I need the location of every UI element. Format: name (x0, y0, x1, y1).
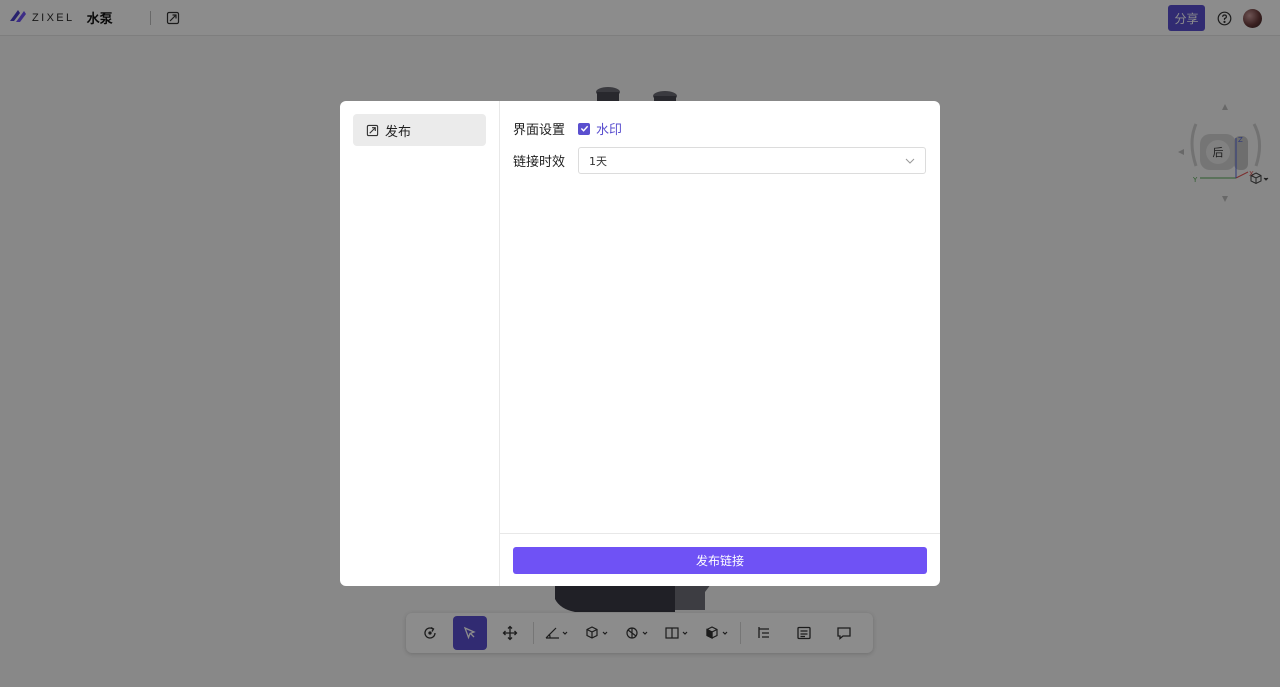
dialog-sidebar: 发布 (340, 101, 500, 586)
publish-dialog: 发布 界面设置 水印 链接时效 1天 发布链接 (340, 101, 940, 586)
ui-settings-label: 界面设置 (513, 123, 566, 138)
publish-icon (366, 124, 379, 136)
dialog-footer: 发布链接 (500, 533, 940, 586)
sidebar-item-publish[interactable]: 发布 (353, 114, 486, 146)
link-expiry-select[interactable]: 1天 (578, 147, 926, 174)
ui-settings-row: 界面设置 水印 (513, 119, 622, 138)
link-expiry-row: 链接时效 1天 (513, 147, 926, 174)
link-expiry-label: 链接时效 (513, 155, 566, 170)
dialog-content: 界面设置 水印 链接时效 1天 发布链接 (500, 101, 940, 586)
check-icon (580, 125, 588, 132)
sidebar-item-label: 发布 (385, 124, 412, 140)
publish-link-button[interactable]: 发布链接 (513, 546, 927, 574)
watermark-label[interactable]: 水印 (596, 119, 622, 138)
chevron-down-icon (905, 158, 915, 164)
link-expiry-value: 1天 (589, 154, 607, 168)
watermark-checkbox[interactable] (578, 122, 590, 135)
